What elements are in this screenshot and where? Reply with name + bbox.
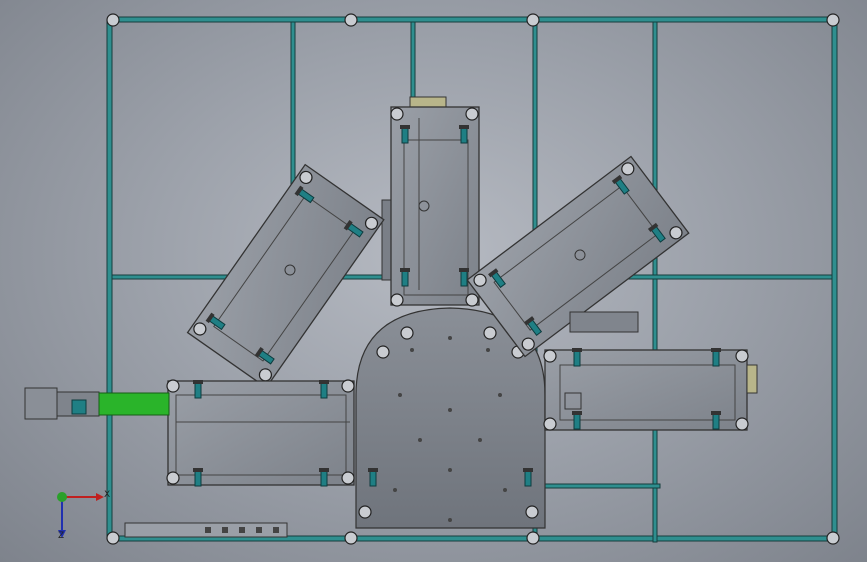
y-axis-dot [57, 492, 67, 502]
cad-viewport[interactable]: X Z [0, 0, 867, 562]
cable-strip [124, 522, 288, 538]
axis-triad [57, 492, 104, 538]
x-axis-label: X [104, 490, 111, 500]
z-axis-label: Z [58, 531, 65, 541]
module-top [381, 96, 480, 307]
module-right [543, 311, 758, 431]
assembly-drawing [24, 13, 840, 545]
conveyor-left [24, 387, 170, 420]
module-left [166, 379, 355, 487]
